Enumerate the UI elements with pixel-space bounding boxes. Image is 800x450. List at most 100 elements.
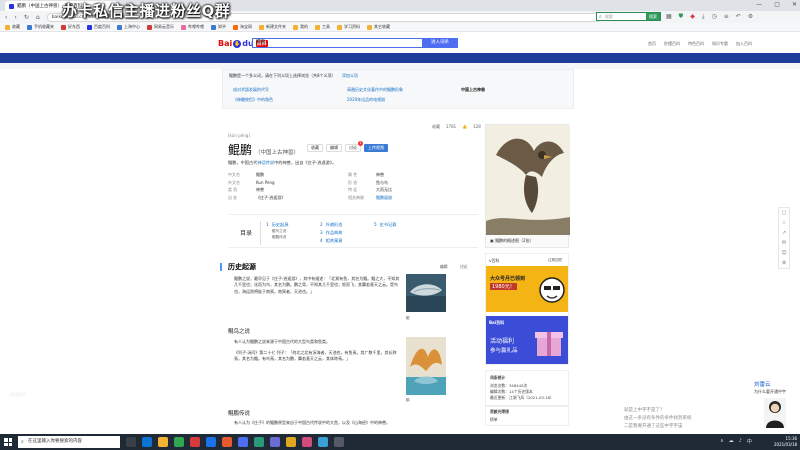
toc-item[interactable]: 2 外貌形态: [320, 222, 342, 228]
history-icon[interactable]: ◷: [711, 13, 716, 21]
toc-item[interactable]: 3 作品典故: [320, 230, 342, 236]
browser-search-box[interactable]: ⌕ 搜索 搜索: [596, 12, 661, 21]
promo-banner-1[interactable]: 大众号月已领到 1980元！: [486, 266, 568, 312]
taskbar-app-icon[interactable]: [158, 437, 168, 447]
smile-icon[interactable]: ☺: [781, 250, 786, 256]
whale-image[interactable]: [406, 274, 446, 312]
image-caption: 鹏: [406, 398, 410, 402]
toc-item[interactable]: 1 历史起源: [266, 222, 288, 228]
promo-more-link[interactable]: 往期回顾: [548, 258, 562, 263]
enter-entry-button[interactable]: 进入词条: [422, 38, 458, 48]
bookmark-item[interactable]: 学习资料: [337, 24, 360, 30]
home-icon[interactable]: ⌂: [36, 14, 40, 21]
toc-subitem[interactable]: 鲲鸟之说: [272, 229, 286, 234]
message-icon[interactable]: ✉: [782, 240, 786, 246]
taskbar-app-icon[interactable]: [190, 437, 200, 447]
header-link[interactable]: 首页: [648, 41, 656, 47]
back-icon[interactable]: ‹: [5, 14, 7, 21]
roc-image[interactable]: [406, 337, 446, 395]
ime-indicator[interactable]: 中: [747, 438, 752, 445]
taskbar-app-icon[interactable]: [238, 437, 248, 447]
taskbar-app-icon[interactable]: [318, 437, 328, 447]
summary-link[interactable]: 神话传说: [257, 160, 274, 165]
refresh-icon[interactable]: ↻: [24, 14, 29, 21]
edit-button[interactable]: 编辑: [326, 144, 342, 152]
bookmark-item[interactable]: 百度百科: [87, 24, 110, 30]
header-link[interactable]: 加入百科: [736, 41, 752, 47]
bookmark-item[interactable]: 知乎: [211, 24, 226, 30]
bookmark-item[interactable]: 手机收藏夹: [27, 24, 54, 30]
info-row: 相关典故 鲲鹏展翅: [348, 194, 392, 200]
thumbs-up-icon[interactable]: 👍: [462, 124, 467, 130]
menu-icon[interactable]: ≡: [724, 13, 729, 21]
taskbar-app-icon[interactable]: [302, 437, 312, 447]
plus-icon[interactable]: ⊕: [782, 260, 786, 266]
upload-video-button[interactable]: 上传视频: [364, 144, 388, 152]
header-link[interactable]: 特色百科: [688, 41, 704, 47]
image-album-caption[interactable]: ▣ 鲲鹏的概述图（2张）: [490, 238, 534, 244]
bookmark-item[interactable]: 我的: [293, 24, 308, 30]
bookmark-item[interactable]: 上海中心: [117, 24, 140, 30]
extension-icon[interactable]: ◆: [690, 13, 695, 21]
contrib-line[interactable]: 榜单: [490, 417, 498, 423]
streamer-name: 刘雷云: [754, 382, 771, 388]
taskbar-app-icon[interactable]: [126, 437, 136, 447]
section-edit-link[interactable]: 编辑: [440, 264, 448, 270]
taskbar-app-icon[interactable]: [254, 437, 264, 447]
bookmark-item[interactable]: 新建文件夹: [259, 24, 286, 30]
add-meaning-link[interactable]: 添加义项: [342, 73, 358, 78]
windows-start-icon[interactable]: [4, 438, 12, 446]
bookmark-item[interactable]: 网易云音乐: [147, 24, 174, 30]
bookmark-item[interactable]: 淘宝网: [233, 24, 252, 30]
meaning-item[interactable]: 《神雕侠侣》中的角色: [233, 97, 273, 103]
meaning-item[interactable]: 2020年出品的电视剧: [347, 97, 385, 103]
toc-item[interactable]: 5 史书记载: [374, 222, 396, 228]
taskbar-app-icon[interactable]: [142, 437, 152, 447]
tray-expand-icon[interactable]: ∧: [720, 438, 724, 445]
grid-icon[interactable]: ▦: [666, 13, 672, 21]
screen-icon[interactable]: ▢: [782, 210, 787, 216]
taskbar-app-icon[interactable]: [270, 437, 280, 447]
taskbar-clock[interactable]: 15:36 2021/03/18: [774, 436, 797, 448]
browser-search-input[interactable]: 搜索: [597, 14, 646, 20]
toc-subitem[interactable]: 鲲鹏传说: [272, 235, 286, 240]
toc-item[interactable]: 4 相关寓意: [320, 238, 342, 244]
header-link[interactable]: 秒懂百科: [664, 41, 680, 47]
entry-summary: 鲲鹏，中国古代神话传说中的神兽，出自《庄子·逍遥游》。: [228, 160, 337, 165]
forward-icon[interactable]: ›: [14, 14, 16, 21]
settings-icon[interactable]: ⚙: [748, 13, 753, 21]
shield-icon[interactable]: ⛊: [679, 13, 684, 21]
taskbar-app-icon[interactable]: [222, 437, 232, 447]
maximize-button[interactable]: ▢: [774, 1, 780, 8]
close-window-button[interactable]: ✕: [792, 1, 797, 8]
collect-button[interactable]: 收藏: [307, 144, 323, 152]
baike-search-input[interactable]: 鲲鹏: [252, 38, 422, 48]
section-discuss-link[interactable]: 讨论: [460, 264, 468, 270]
bookmark-item[interactable]: 收藏: [5, 24, 20, 30]
taskbar-app-icon[interactable]: [174, 437, 184, 447]
star-icon[interactable]: ☆: [782, 220, 786, 226]
taskbar-app-icon[interactable]: [286, 437, 296, 447]
bookmark-item[interactable]: 好东西: [61, 24, 80, 30]
taskbar-search-input[interactable]: ⌕ 在这里输入你要搜索的内容: [18, 436, 120, 448]
volume-icon[interactable]: ♪: [739, 438, 742, 445]
minimize-button[interactable]: —: [756, 1, 762, 8]
collect-link[interactable]: 收藏: [432, 124, 440, 130]
browser-search-button[interactable]: 搜索: [646, 13, 660, 20]
taskbar-app-icon[interactable]: [206, 437, 216, 447]
share-icon[interactable]: ↗: [782, 230, 786, 236]
network-icon[interactable]: ☁: [729, 438, 734, 445]
bookmark-item[interactable]: 其它收藏: [367, 24, 390, 30]
meaning-item[interactable]: 成对术語发展的代号: [233, 87, 269, 93]
taskbar-app-icon[interactable]: [334, 437, 344, 447]
bookmark-item[interactable]: 工具: [315, 24, 330, 30]
discuss-button[interactable]: 讨论 1: [345, 141, 363, 152]
baike-header-links: 首页 秒懂百科 特色百科 知识专题 加入百科: [648, 41, 752, 47]
meaning-item[interactable]: 高雅历史文化著作中的鲲鹏形象: [347, 87, 403, 93]
header-link[interactable]: 知识专题: [712, 41, 728, 47]
summary-image[interactable]: [485, 124, 570, 248]
bookmark-item[interactable]: 哔哩哔哩: [181, 24, 204, 30]
download-icon[interactable]: ⤓: [702, 13, 705, 21]
promo-banner-2[interactable]: Bai百科 活动福利 参与赢礼品: [486, 316, 568, 364]
undo-icon[interactable]: ↶: [736, 13, 741, 21]
